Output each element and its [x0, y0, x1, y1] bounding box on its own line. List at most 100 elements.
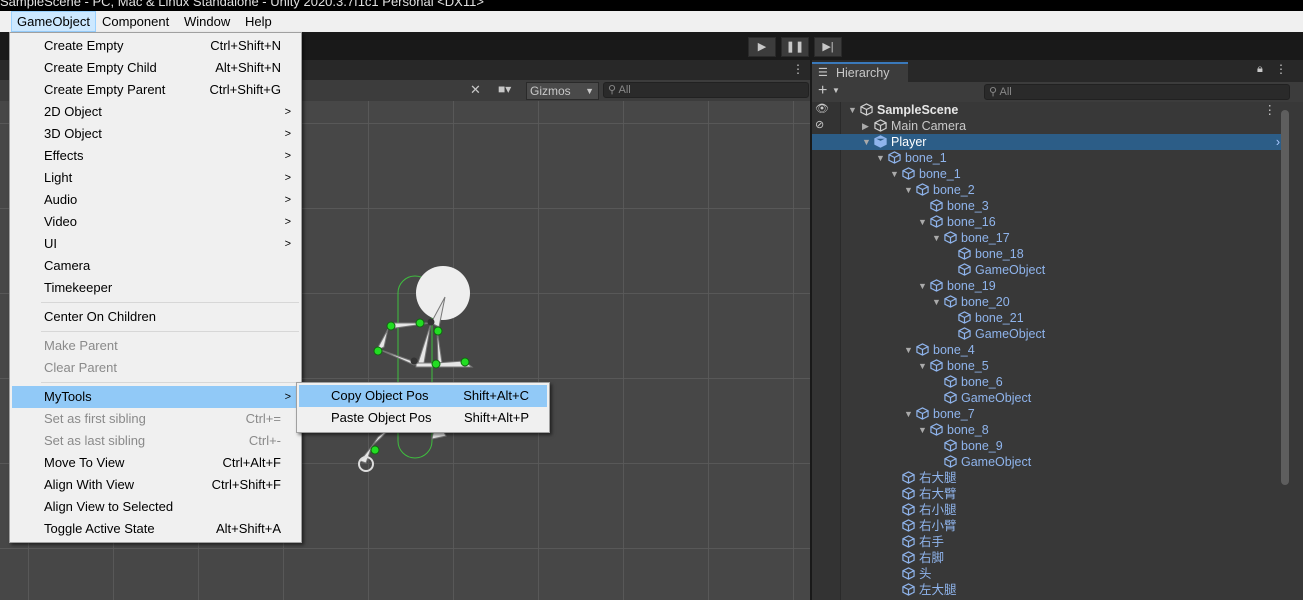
expand-down-icon[interactable]: ▼: [890, 166, 899, 182]
menu-item-create-empty[interactable]: Create Empty Ctrl+Shift+N: [12, 35, 299, 57]
hierarchy-row[interactable]: GameObject: [812, 390, 1286, 406]
hierarchy-row[interactable]: ▼ bone_19: [812, 278, 1286, 294]
menu-item-paste-object-pos[interactable]: Paste Object Pos Shift+Alt+P: [299, 407, 547, 429]
scene-panel-menu-icon[interactable]: ⋮: [792, 62, 804, 76]
expand-right-icon[interactable]: ▶: [862, 118, 869, 134]
menu-item-toggle-active-state[interactable]: Toggle Active State Alt+Shift+A: [12, 518, 299, 540]
play-button[interactable]: ▶: [748, 37, 776, 57]
hierarchy-row[interactable]: bone_18: [812, 246, 1286, 262]
hierarchy-row[interactable]: ▼ bone_8: [812, 422, 1286, 438]
hierarchy-row[interactable]: bone_9: [812, 438, 1286, 454]
menu-item-create-empty-child[interactable]: Create Empty Child Alt+Shift+N: [12, 57, 299, 79]
tools-icon[interactable]: ✕: [470, 82, 481, 98]
hierarchy-panel-menu-icon[interactable]: ⋮: [1275, 62, 1287, 76]
hierarchy-row[interactable]: ▼ bone_2: [812, 182, 1286, 198]
menu-item-video[interactable]: Video >: [12, 211, 299, 233]
hierarchy-scene-row[interactable]: ▼ SampleScene ⋮: [812, 102, 1286, 118]
menu-item-mytools[interactable]: MyTools >: [12, 386, 299, 408]
expand-down-icon[interactable]: ▼: [862, 134, 871, 150]
menu-item-label: Video: [44, 214, 78, 229]
expand-down-icon[interactable]: ▼: [876, 150, 885, 166]
menu-item-label: Align View to Selected: [44, 499, 174, 514]
menu-item-effects[interactable]: Effects >: [12, 145, 299, 167]
hierarchy-toolbar: + ▼ ⚲ All: [812, 82, 1303, 103]
hierarchy-row[interactable]: 右手: [812, 534, 1286, 550]
menu-item-audio[interactable]: Audio >: [12, 189, 299, 211]
menu-item-label: Camera: [44, 258, 91, 273]
hierarchy-row[interactable]: 头: [812, 566, 1286, 582]
hierarchy-row[interactable]: 右小腿: [812, 502, 1286, 518]
hierarchy-row[interactable]: 右大腿: [812, 470, 1286, 486]
hierarchy-row[interactable]: bone_3: [812, 198, 1286, 214]
hierarchy-row-label: bone_1: [905, 151, 947, 165]
menu-bar: GameObject Component Window Help: [0, 11, 1303, 32]
hierarchy-row[interactable]: 右脚: [812, 550, 1286, 566]
pause-button[interactable]: ❚❚: [781, 37, 809, 57]
hierarchy-row[interactable]: ▼ bone_1: [812, 150, 1286, 166]
hierarchy-row[interactable]: ▼ bone_5: [812, 358, 1286, 374]
expand-down-icon[interactable]: ▼: [918, 422, 927, 438]
expand-down-icon[interactable]: ▼: [918, 214, 927, 230]
hierarchy-row[interactable]: GameObject: [812, 454, 1286, 470]
expand-down-icon[interactable]: ▼: [904, 406, 913, 422]
hierarchy-row[interactable]: ▼ Player ›: [812, 134, 1286, 150]
menu-item-camera[interactable]: Camera: [12, 255, 299, 277]
menu-item-align-view-to-selected[interactable]: Align View to Selected: [12, 496, 299, 518]
hierarchy-row[interactable]: 右大臂: [812, 486, 1286, 502]
menu-item-align-with-view[interactable]: Align With View Ctrl+Shift+F: [12, 474, 299, 496]
hierarchy-row[interactable]: ▼ bone_4: [812, 342, 1286, 358]
gizmos-dropdown[interactable]: Gizmos ▼: [526, 82, 599, 100]
hierarchy-search-input[interactable]: ⚲ All: [984, 84, 1290, 100]
menu-gameobject[interactable]: GameObject: [11, 11, 96, 32]
hierarchy-row[interactable]: 左大腿: [812, 582, 1286, 598]
menu-component[interactable]: Component: [97, 11, 174, 32]
hierarchy-row-label: bone_3: [947, 199, 989, 213]
menu-item-create-empty-parent[interactable]: Create Empty Parent Ctrl+Shift+G: [12, 79, 299, 101]
expand-down-icon[interactable]: ▼: [904, 342, 913, 358]
menu-item-ui[interactable]: UI >: [12, 233, 299, 255]
hierarchy-row[interactable]: ▼ bone_1: [812, 166, 1286, 182]
hierarchy-row[interactable]: bone_6: [812, 374, 1286, 390]
expand-down-icon[interactable]: ▼: [918, 278, 927, 294]
expand-down-icon[interactable]: ▼: [848, 102, 857, 118]
scene-row-menu-icon[interactable]: ⋮: [1264, 102, 1277, 118]
hierarchy-row[interactable]: ▼ bone_20: [812, 294, 1286, 310]
hierarchy-row[interactable]: ▼ bone_7: [812, 406, 1286, 422]
expand-down-icon[interactable]: ▼: [918, 358, 927, 374]
scene-search-input[interactable]: ⚲ All: [603, 82, 809, 98]
hierarchy-row[interactable]: ▼ bone_17: [812, 230, 1286, 246]
hierarchy-row[interactable]: GameObject: [812, 262, 1286, 278]
menu-item-timekeeper[interactable]: Timekeeper: [12, 277, 299, 299]
camera-icon[interactable]: ■▾: [498, 82, 511, 96]
menu-help[interactable]: Help: [240, 11, 277, 32]
joint-elbow: [373, 346, 383, 356]
menu-item-center-on-children[interactable]: Center On Children: [12, 306, 299, 328]
hierarchy-row[interactable]: ▶ Main Camera: [812, 118, 1286, 134]
tab-hierarchy[interactable]: ☰ Hierarchy: [812, 62, 908, 84]
expand-down-icon[interactable]: ▼: [904, 182, 913, 198]
hierarchy-scrollbar[interactable]: [1281, 110, 1289, 485]
joint-root: [427, 318, 435, 326]
hierarchy-row[interactable]: GameObject: [812, 326, 1286, 342]
hierarchy-row[interactable]: ▼ bone_16: [812, 214, 1286, 230]
prefab-cube-icon: [888, 151, 901, 164]
menu-item-2d-object[interactable]: 2D Object >: [12, 101, 299, 123]
menu-item-light[interactable]: Light >: [12, 167, 299, 189]
step-button[interactable]: ▶|: [814, 37, 842, 57]
hierarchy-row[interactable]: bone_21: [812, 310, 1286, 326]
menu-separator: [41, 331, 299, 332]
menu-item-label: Clear Parent: [44, 360, 117, 375]
open-prefab-chevron-right-icon[interactable]: ›: [1276, 134, 1280, 150]
menu-window[interactable]: Window: [179, 11, 235, 32]
add-button[interactable]: +: [818, 82, 827, 100]
menu-item-move-to-view[interactable]: Move To View Ctrl+Alt+F: [12, 452, 299, 474]
prefab-cube-icon: [902, 551, 915, 564]
menu-item-3d-object[interactable]: 3D Object >: [12, 123, 299, 145]
add-dropdown-chevron-down-icon[interactable]: ▼: [832, 86, 840, 95]
expand-down-icon[interactable]: ▼: [932, 230, 941, 246]
menu-item-label: Light: [44, 170, 73, 185]
menu-item-copy-object-pos[interactable]: Copy Object Pos Shift+Alt+C: [299, 385, 547, 407]
expand-down-icon[interactable]: ▼: [932, 294, 941, 310]
hierarchy-row[interactable]: 右小臂: [812, 518, 1286, 534]
lock-icon[interactable]: 🔒︎: [1257, 63, 1263, 76]
